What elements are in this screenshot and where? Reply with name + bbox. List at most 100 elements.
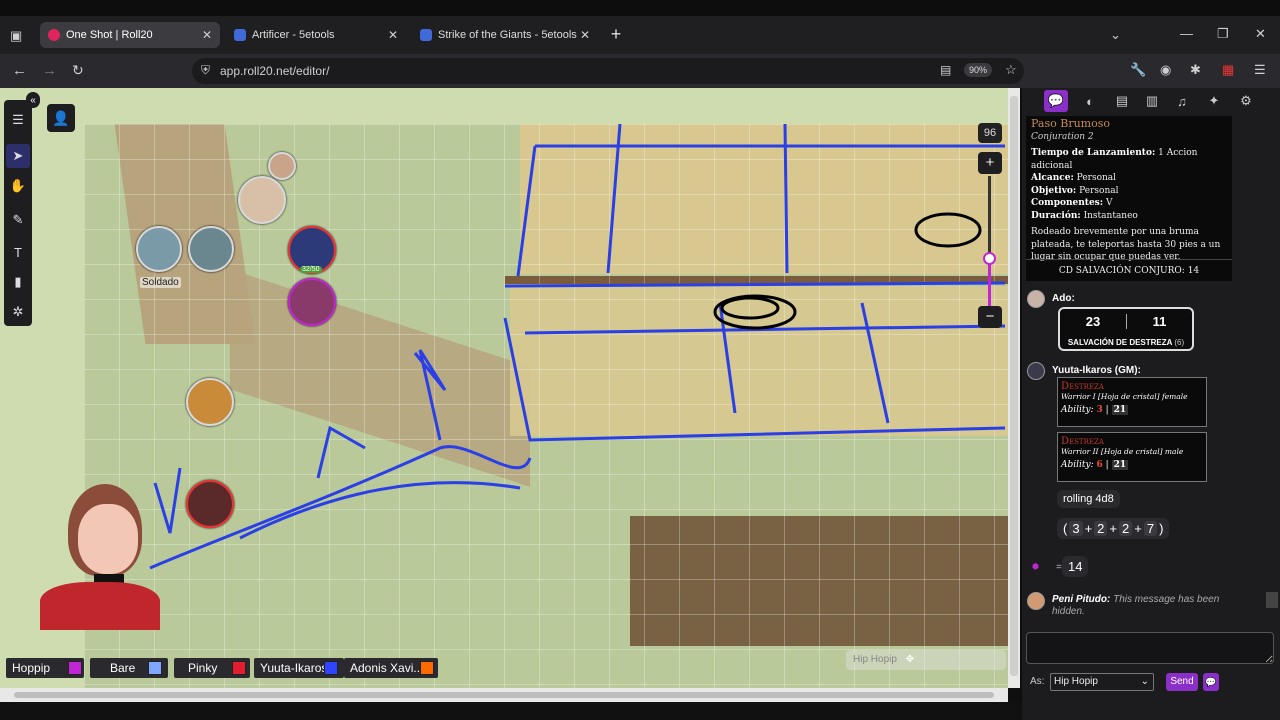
move-cursor-icon: ✥ [905, 654, 915, 665]
die-result[interactable]: 2 [1119, 521, 1133, 536]
tab-strike-giants[interactable]: Strike of the Giants - 5etools ✕ [412, 22, 598, 48]
collection-tab-icon[interactable]: ✦ [1202, 90, 1226, 112]
vertical-scroll-thumb[interactable] [1010, 96, 1018, 676]
menu-icon[interactable]: ☰ [1254, 62, 1266, 78]
compendium-tab-icon[interactable]: ▥ [1140, 90, 1164, 112]
send-button[interactable]: Send [1166, 673, 1198, 691]
dice-icon: ⬢ [1032, 562, 1039, 571]
roll-subtitle: Warrior I [Hoja de cristal] female [1061, 392, 1188, 401]
roll-result[interactable]: 21 [1111, 460, 1129, 470]
zoom-in-button[interactable]: + [978, 152, 1002, 174]
speaking-as-select[interactable]: Hip Hopip ⌄ [1050, 673, 1154, 691]
close-icon[interactable]: ✕ [202, 28, 212, 42]
tab-strip: ▣ One Shot | Roll20 ✕ Artificer - 5etool… [0, 16, 1280, 54]
drawn-line [413, 349, 447, 441]
player-chip-pinky[interactable]: Pinky [174, 658, 250, 678]
security-icon[interactable]: ⛨ [201, 63, 210, 78]
close-icon[interactable]: ✕ [580, 28, 590, 42]
tab-artificer[interactable]: Artificer - 5etools ✕ [226, 22, 406, 48]
roll-result[interactable]: 11 [1126, 314, 1192, 329]
extensions-icon[interactable]: ✱ [1190, 62, 1201, 78]
reader-icon[interactable]: ▤ [940, 63, 951, 77]
zoom-out-button[interactable]: − [978, 306, 1002, 328]
account-icon[interactable]: ◉ [1160, 62, 1171, 78]
token[interactable] [188, 226, 234, 272]
menu-icon[interactable]: ☰ [6, 108, 30, 132]
minimize-icon[interactable]: — [1180, 26, 1193, 41]
select-tool-icon[interactable]: ➤ [6, 144, 30, 168]
token-soldado[interactable] [136, 226, 182, 272]
token[interactable] [186, 378, 234, 426]
speaking-as-label: As: [1030, 676, 1045, 687]
zoom-indicator[interactable]: 90% [964, 63, 993, 77]
sidebar-tabs: 💬 ◐ ▤ ▥ ♫ ✦ ⚙ [1022, 88, 1280, 114]
bookmark-star-icon[interactable]: ☆ [1005, 62, 1017, 78]
tab-title: One Shot | Roll20 [66, 29, 153, 41]
range-value: Personal [1076, 173, 1117, 183]
token[interactable] [268, 152, 296, 180]
jukebox-tab-icon[interactable]: ♫ [1170, 90, 1194, 112]
chevron-down-icon[interactable]: ⌄ [1110, 27, 1121, 43]
chat-scroll-thumb[interactable] [1266, 592, 1278, 608]
player-chip-adonis[interactable]: Adonis Xavi... [344, 658, 438, 678]
journal-tab-icon[interactable]: ▤ [1110, 90, 1134, 112]
close-window-icon[interactable]: ✕ [1255, 26, 1266, 42]
reload-icon[interactable]: ↻ [72, 62, 84, 79]
token[interactable] [186, 480, 234, 528]
duration-value: Instantaneo [1083, 210, 1138, 221]
token[interactable] [288, 278, 336, 326]
screen: { "browser": { "tabs": [ {"title": "One … [0, 0, 1280, 720]
player-icon[interactable]: 👤 [47, 104, 75, 132]
roll-result[interactable]: 23 [1060, 314, 1126, 329]
spell-save-dc: CD SALVACIÓN CONJURO: 14 [1026, 259, 1232, 281]
roll-total[interactable]: 14 [1062, 556, 1089, 577]
wrench-icon[interactable]: 🔧 [1130, 62, 1146, 78]
token[interactable] [238, 176, 286, 224]
close-icon[interactable]: ✕ [388, 28, 398, 42]
tab-list-icon[interactable]: ▣ [10, 28, 22, 44]
rectangle-tool-icon[interactable]: ▮ [6, 270, 30, 294]
die-result[interactable]: 3 [1069, 521, 1083, 536]
extension-badge-icon[interactable]: ▦ [1222, 62, 1234, 78]
roll-title: Destreza [1061, 436, 1104, 447]
speaking-as-value: Hip Hopip [1054, 676, 1098, 687]
die-result[interactable]: 7 [1143, 521, 1158, 536]
settings-gear-icon[interactable]: ✲ [6, 300, 30, 324]
zoom-slider-handle[interactable] [983, 252, 996, 265]
player-chip-yuuta[interactable]: Yuuta-Ikaros [254, 658, 344, 678]
nav-bar: ← → ↻ ⛨ app.roll20.net/editor/ ▤ 90% ☆ 🔧… [0, 54, 1280, 88]
text-tool-icon[interactable]: T [6, 240, 30, 264]
casting-time-label: Tiempo de Lanzamiento: [1031, 148, 1156, 158]
art-tab-icon[interactable]: ◐ [1078, 90, 1102, 112]
new-tab-button[interactable]: + [606, 24, 626, 45]
roll-result[interactable]: 21 [1111, 405, 1129, 415]
chat-input[interactable] [1026, 632, 1274, 664]
pan-hand-icon[interactable]: ✋ [6, 174, 30, 198]
settings-tab-icon[interactable]: ⚙ [1234, 90, 1258, 112]
zoom-slider-fill [988, 258, 991, 308]
player-name: Pinky [188, 661, 218, 675]
drawn-line [316, 425, 366, 479]
die-result[interactable]: 2 [1094, 521, 1108, 536]
roll-result[interactable]: 3 [1097, 405, 1103, 415]
horizontal-scroll-thumb[interactable] [14, 692, 994, 698]
chat-tab-icon[interactable]: 💬 [1044, 90, 1068, 112]
address-bar[interactable]: ⛨ app.roll20.net/editor/ ▤ 90% ☆ [192, 58, 1024, 84]
message-author: Yuuta-Ikaros (GM): [1052, 365, 1141, 376]
save-label: SALVACIÓN DE DESTREZA (6) [1060, 338, 1192, 347]
tab-roll20[interactable]: One Shot | Roll20 ✕ [40, 22, 220, 48]
emote-button[interactable]: 💬 [1203, 673, 1219, 691]
back-icon[interactable]: ← [12, 62, 27, 79]
forward-icon[interactable]: → [42, 62, 57, 79]
player-chip-hoppip[interactable]: Hoppip [6, 658, 84, 678]
drawn-line [718, 302, 737, 414]
player-name: Bare [110, 661, 136, 675]
draw-brush-icon[interactable]: ✎ [6, 208, 30, 232]
roll-result[interactable]: 6 [1097, 460, 1103, 470]
player-color-swatch [68, 661, 82, 675]
map-canvas[interactable]: Soldado 32/50 96 + − [0, 88, 1008, 688]
restore-icon[interactable]: ❐ [1217, 26, 1229, 42]
player-chip-bare[interactable]: Bare [90, 658, 168, 678]
player-name: Adonis Xavi... [350, 661, 424, 675]
character-portrait [40, 478, 170, 630]
